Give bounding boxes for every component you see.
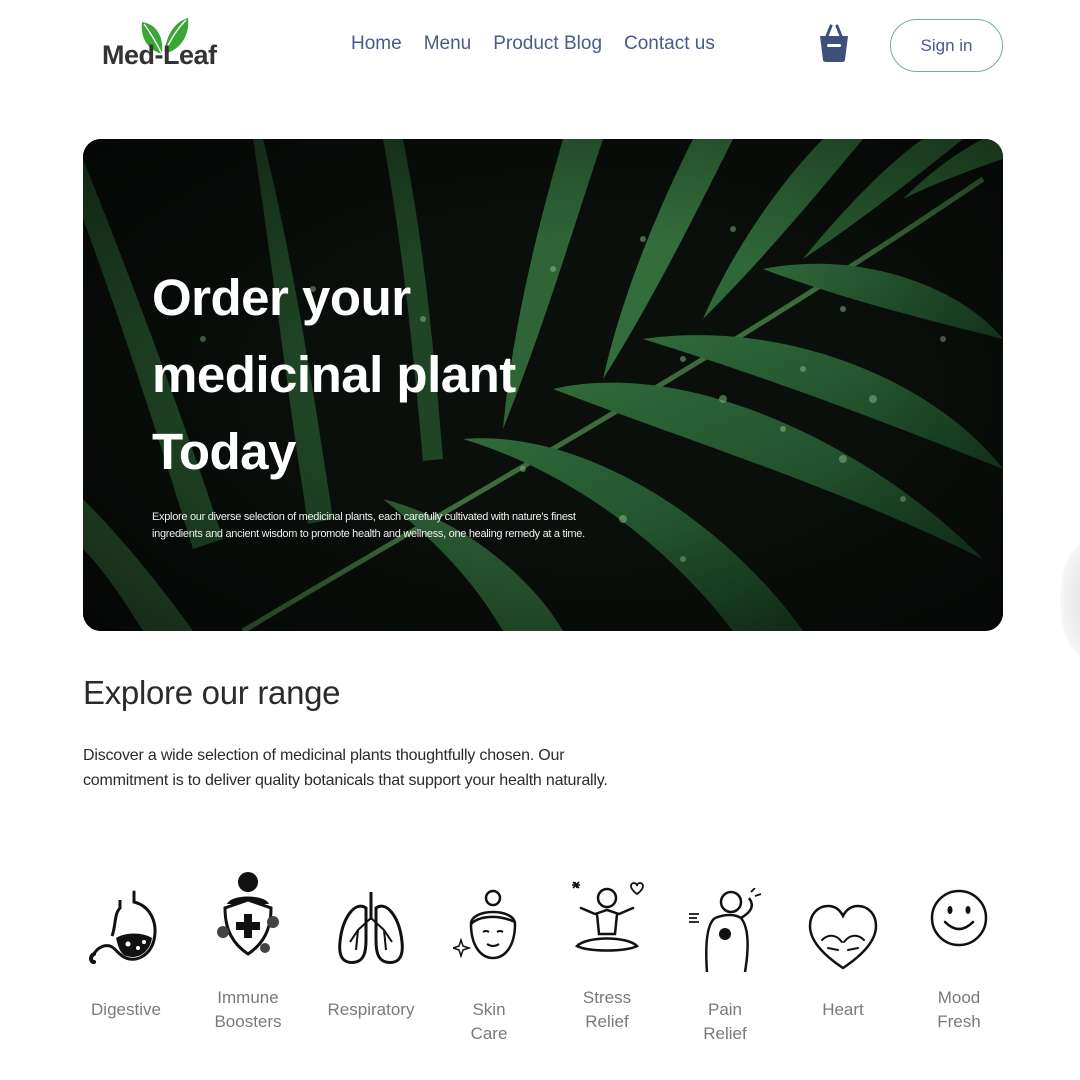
category-label: Skin Care [470,1000,508,1043]
category-label: Stress Relief [582,988,632,1031]
face-skin-icon [453,889,517,960]
nav-contact-us[interactable]: Contact us [624,33,715,55]
brand-logo[interactable]: Med-Leaf [102,16,222,72]
category-label: Mood Fresh [937,988,981,1031]
immune-shield-icon [217,872,279,956]
smiley-icon [930,889,988,947]
brand-name: Med-Leaf [102,40,217,70]
category-label: Respiratory [327,1000,415,1019]
heart-hands-icon [808,904,878,970]
range-description: Discover a wide selection of medicinal p… [83,747,608,789]
nav-menu[interactable]: Menu [424,33,472,55]
sign-in-button[interactable]: Sign in [890,19,1003,72]
nav-product-blog[interactable]: Product Blog [493,33,602,55]
hero-title-line-3: Today [152,423,296,480]
hero-banner: Order your medicinal plant Today Explore… [83,139,1003,631]
back-pain-icon [689,888,762,973]
hero-title-line-1: Order your [152,269,411,326]
range-title: Explore our range [83,674,341,711]
category-label: Digestive [91,1000,161,1019]
category-label: Heart [822,1000,864,1019]
meditation-icon [572,881,644,952]
category-label: Immune Boosters [214,988,282,1031]
category-label: Pain Relief [703,1000,747,1043]
nav-home[interactable]: Home [351,33,402,55]
main-nav: Home Menu Product Blog Contact us [351,33,715,55]
category-list: Digestive Immune Boosters Respiratory Sk… [0,860,1080,1050]
hero-title: Order your medicinal plant Today [152,259,632,490]
stomach-icon [89,890,157,964]
hero-description: Explore our diverse selection of medicin… [152,511,585,540]
shopping-basket-icon[interactable] [818,24,850,64]
lungs-icon [338,892,404,964]
hero-title-line-2: medicinal plant [152,346,516,403]
edge-shadow [1060,540,1080,660]
